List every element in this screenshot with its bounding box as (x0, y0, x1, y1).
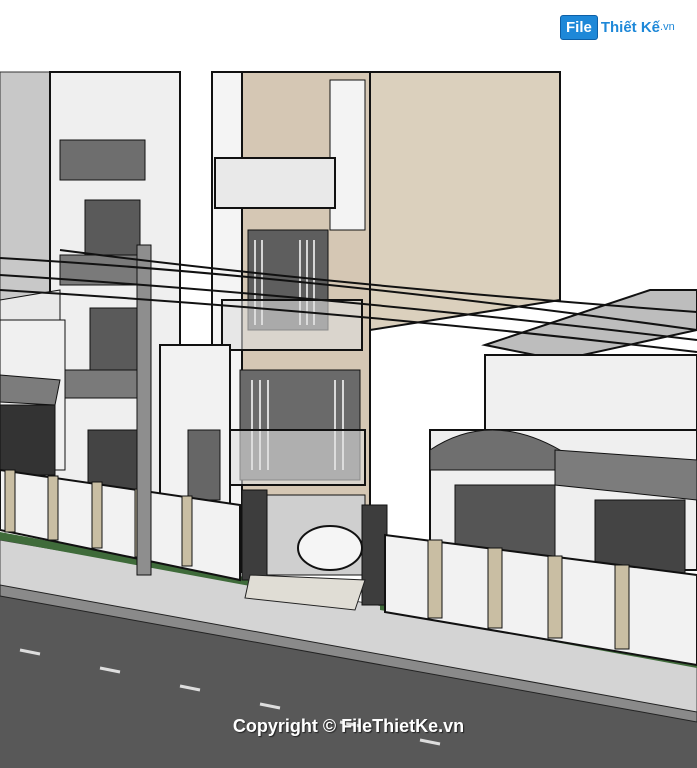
back-building-left (0, 71, 51, 323)
utility-pole (136, 244, 152, 576)
left-house-window-1 (84, 199, 141, 256)
sketchup-street-scene (0, 71, 697, 768)
site-logo: File Thiết Kế .vn (560, 12, 675, 42)
logo-file-box: File (560, 14, 598, 40)
annex-door (187, 429, 221, 501)
main-balcony-low (224, 429, 366, 486)
logo-domain: .vn (660, 21, 675, 33)
main-garage-left-pier (241, 489, 268, 581)
main-balcony-top (214, 157, 336, 209)
left-house-balcony-1 (59, 139, 146, 181)
copyright-watermark: Copyright © FileThietKe.vn (232, 716, 465, 736)
left-house-window-2 (89, 307, 141, 374)
logo-text: Thiết Kế (600, 18, 661, 36)
left-house-gate (87, 429, 139, 491)
far-left-door (0, 404, 56, 476)
main-garage-right-pier (361, 504, 388, 606)
right-house-upper (484, 354, 697, 431)
far-left-awning (0, 374, 61, 406)
main-building-side (369, 71, 561, 332)
left-house-balcony-3 (64, 369, 146, 399)
parked-car (297, 525, 363, 571)
